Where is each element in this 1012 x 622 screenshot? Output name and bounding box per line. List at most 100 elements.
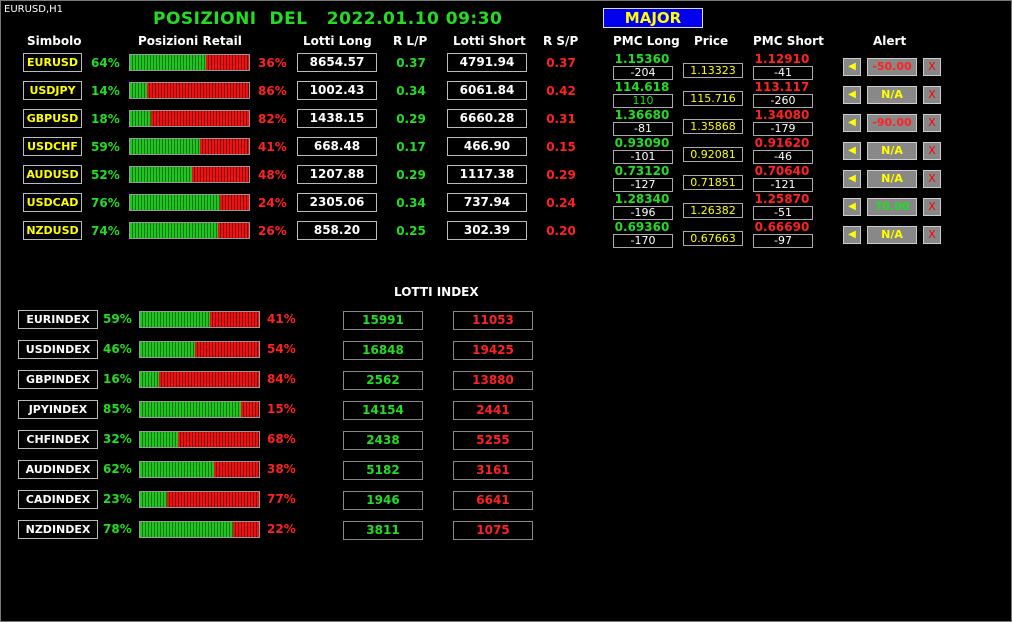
pmc-long-diff: -101	[613, 150, 673, 164]
short-percent: 26%	[258, 224, 287, 238]
close-icon[interactable]: X	[923, 86, 941, 104]
symbol-button-nzdusd[interactable]: NZDUSD	[23, 221, 82, 240]
short-fill	[151, 111, 249, 126]
long-percent: 59%	[91, 140, 120, 154]
index-button-eurindex[interactable]: EURINDEX	[18, 310, 98, 329]
index-long-percent: 23%	[103, 492, 132, 506]
bell-icon[interactable]: ◀	[843, 226, 861, 244]
ratio-long: 0.34	[396, 196, 426, 210]
lotti-long-value: 2305.06	[297, 193, 377, 212]
current-price: 0.67663	[683, 231, 743, 246]
lotti-long-value: 1002.43	[297, 81, 377, 100]
close-icon[interactable]: X	[923, 142, 941, 160]
current-price: 0.92081	[683, 147, 743, 162]
index-button-chfindex[interactable]: CHFINDEX	[18, 430, 98, 449]
symbol-button-usdchf[interactable]: USDCHF	[23, 137, 82, 156]
bell-icon[interactable]: ◀	[843, 58, 861, 76]
long-fill	[140, 522, 233, 537]
index-long-lots: 2438	[343, 431, 423, 450]
index-button-cadindex[interactable]: CADINDEX	[18, 490, 98, 509]
close-icon[interactable]: X	[923, 226, 941, 244]
alert-value[interactable]: -90.00	[867, 114, 917, 132]
lotti-short-value: 6061.84	[447, 81, 527, 100]
symbol-button-eurusd[interactable]: EURUSD	[23, 53, 82, 72]
long-percent: 52%	[91, 168, 120, 182]
bell-icon[interactable]: ◀	[843, 198, 861, 216]
symbol-button-usdjpy[interactable]: USDJPY	[23, 81, 82, 100]
short-fill	[220, 195, 249, 210]
long-fill	[140, 342, 195, 357]
header-r-lp: R L/P	[393, 34, 428, 48]
alert-value[interactable]: 70.00	[867, 198, 917, 216]
bell-icon[interactable]: ◀	[843, 86, 861, 104]
alert-value[interactable]: -50.00	[867, 58, 917, 76]
short-percent: 48%	[258, 168, 287, 182]
index-button-usdindex[interactable]: USDINDEX	[18, 340, 98, 359]
short-percent: 24%	[258, 196, 287, 210]
pmc-short-price: 1.34080	[754, 108, 810, 122]
bell-icon[interactable]: ◀	[843, 142, 861, 160]
pmc-long-price: 0.93090	[614, 136, 670, 150]
index-position-bar	[139, 311, 260, 328]
lotti-long-value: 1438.15	[297, 109, 377, 128]
pmc-long-price: 114.618	[614, 80, 670, 94]
index-button-audindex[interactable]: AUDINDEX	[18, 460, 98, 479]
index-button-gbpindex[interactable]: GBPINDEX	[18, 370, 98, 389]
pmc-long-diff: -127	[613, 178, 673, 192]
long-fill	[130, 223, 219, 238]
long-fill	[140, 402, 242, 417]
major-button[interactable]: MAJOR	[603, 8, 703, 28]
bell-icon[interactable]: ◀	[843, 170, 861, 188]
pmc-long-diff: 110	[613, 94, 673, 108]
close-icon[interactable]: X	[923, 198, 941, 216]
index-position-bar	[139, 521, 260, 538]
lotti-short-value: 6660.28	[447, 109, 527, 128]
index-short-percent: 15%	[267, 402, 296, 416]
index-short-lots: 2441	[453, 401, 533, 420]
index-short-lots: 6641	[453, 491, 533, 510]
short-fill	[241, 402, 259, 417]
close-icon[interactable]: X	[923, 58, 941, 76]
short-fill	[191, 167, 249, 182]
long-percent: 76%	[91, 196, 120, 210]
bell-icon[interactable]: ◀	[843, 114, 861, 132]
ratio-short: 0.15	[546, 140, 576, 154]
long-percent: 14%	[91, 84, 120, 98]
retail-position-bar	[129, 82, 250, 99]
retail-position-bar	[129, 138, 250, 155]
long-percent: 64%	[91, 56, 120, 70]
alert-value[interactable]: N/A	[867, 142, 917, 160]
index-long-lots: 1946	[343, 491, 423, 510]
ratio-long: 0.17	[396, 140, 426, 154]
short-fill	[194, 342, 259, 357]
index-long-percent: 85%	[103, 402, 132, 416]
index-short-lots: 3161	[453, 461, 533, 480]
symbol-button-gbpusd[interactable]: GBPUSD	[23, 109, 82, 128]
lotti-long-value: 668.48	[297, 137, 377, 156]
alert-value[interactable]: N/A	[867, 86, 917, 104]
pmc-short-diff: -51	[753, 206, 813, 220]
header-lotti-long: Lotti Long	[303, 34, 372, 48]
symbol-button-audusd[interactable]: AUDUSD	[23, 165, 82, 184]
retail-position-bar	[129, 54, 250, 71]
alert-value[interactable]: N/A	[867, 170, 917, 188]
lotti-short-value: 466.90	[447, 137, 527, 156]
header-lotti-short: Lotti Short	[453, 34, 526, 48]
index-short-percent: 41%	[267, 312, 296, 326]
pmc-long-diff: -170	[613, 234, 673, 248]
index-short-percent: 22%	[267, 522, 296, 536]
ratio-short: 0.20	[546, 224, 576, 238]
index-position-bar	[139, 491, 260, 508]
retail-position-bar	[129, 194, 250, 211]
pmc-long-diff: -196	[613, 206, 673, 220]
current-price: 115.716	[683, 91, 743, 106]
symbol-button-usdcad[interactable]: USDCAD	[23, 193, 82, 212]
pmc-short-diff: -121	[753, 178, 813, 192]
index-long-lots: 2562	[343, 371, 423, 390]
index-button-jpyindex[interactable]: JPYINDEX	[18, 400, 98, 419]
lotti-index-title: LOTTI INDEX	[394, 285, 479, 299]
alert-value[interactable]: N/A	[867, 226, 917, 244]
close-icon[interactable]: X	[923, 170, 941, 188]
index-button-nzdindex[interactable]: NZDINDEX	[18, 520, 98, 539]
close-icon[interactable]: X	[923, 114, 941, 132]
